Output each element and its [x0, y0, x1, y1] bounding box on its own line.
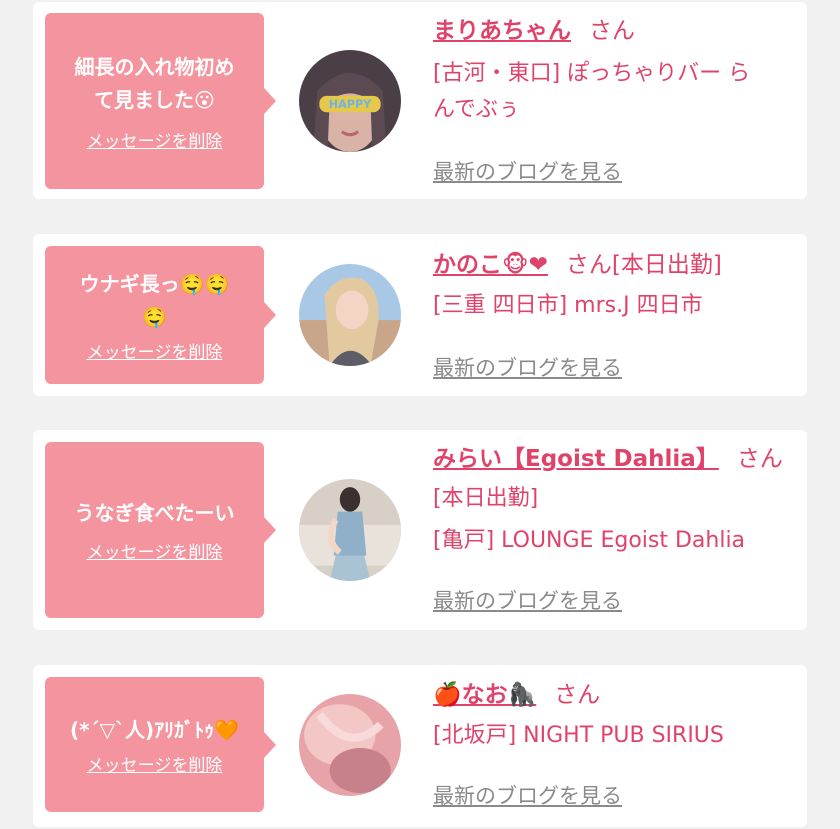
view-blog-link[interactable]: 最新のブログを見る	[433, 352, 622, 382]
san-suffix: さん[本日出勤]	[565, 252, 722, 278]
message-card: 細長の入れ物初め て見ました😮 メッセージを削除 HAPPY まりあちゃん さん …	[33, 2, 807, 199]
view-blog-link[interactable]: 最新のブログを見る	[433, 780, 622, 810]
blurred-pink-avatar-icon	[299, 694, 401, 796]
message-text: ウナギ長っ🤤🤤 🤤	[79, 271, 230, 329]
avatar[interactable]	[299, 264, 401, 366]
message-bubble: うなぎ食べたーい メッセージを削除	[45, 442, 276, 618]
message-text: 細長の入れ物初め て見ました😮	[74, 54, 235, 112]
san-suffix: さん	[736, 446, 783, 472]
shop-info: [三重 四日市] mrs.J 四日市	[433, 293, 703, 318]
sender-info: かのこ🐵❤ さん[本日出勤] [三重 四日市] mrs.J 四日市 最新のブログを…	[433, 250, 789, 380]
sender-name-link[interactable]: みらい【Egoist Dahlia】	[433, 446, 719, 472]
delete-message-link[interactable]: メッセージを削除	[87, 538, 223, 563]
sender-info: まりあちゃん さん [古河・東口] ぽっちゃりバー ら んでぶぅ 最新のブログを見…	[433, 16, 789, 184]
shop-info: [古河・東口] ぽっちゃりバー ら んでぶぅ	[433, 61, 751, 122]
message-card: (*´▽`人)ｱﾘｶﾞﾄｩ🧡 メッセージを削除 🍎なお🦍 さん [北坂戸] NIG…	[33, 665, 807, 827]
sender-name-link[interactable]: 🍎なお🦍	[433, 682, 536, 708]
sender-name-link[interactable]: まりあちゃん	[433, 18, 571, 44]
delete-message-link[interactable]: メッセージを削除	[87, 751, 223, 776]
avatar[interactable]: HAPPY	[299, 50, 401, 152]
message-text: (*´▽`人)ｱﾘｶﾞﾄｩ🧡	[69, 717, 240, 742]
message-card: うなぎ食べたーい メッセージを削除 みらい【Egoist Dahlia】 さん […	[33, 430, 807, 630]
woman-on-sofa-avatar-icon	[299, 479, 401, 581]
sender-name-link[interactable]: かのこ🐵❤	[433, 252, 548, 278]
avatar[interactable]	[299, 479, 401, 581]
sender-info: 🍎なお🦍 さん [北坂戸] NIGHT PUB SIRIUS 最新のブログを見る	[433, 680, 789, 808]
delete-message-link[interactable]: メッセージを削除	[87, 127, 223, 152]
svg-text:HAPPY: HAPPY	[329, 98, 372, 111]
shop-info: [本日出勤] [亀戸] LOUNGE Egoist Dahlia	[433, 486, 746, 553]
shop-info: [北坂戸] NIGHT PUB SIRIUS	[433, 723, 724, 748]
message-bubble: ウナギ長っ🤤🤤 🤤 メッセージを削除	[45, 246, 276, 384]
view-blog-link[interactable]: 最新のブログを見る	[433, 156, 622, 186]
message-bubble: (*´▽`人)ｱﾘｶﾞﾄｩ🧡 メッセージを削除	[45, 677, 276, 812]
avatar[interactable]	[299, 694, 401, 796]
message-card: ウナギ長っ🤤🤤 🤤 メッセージを削除 かのこ🐵❤ さん[本日出勤] [三重 四日市…	[33, 234, 807, 396]
view-blog-link[interactable]: 最新のブログを見る	[433, 585, 622, 615]
san-suffix: さん	[589, 18, 635, 44]
san-suffix: さん	[554, 682, 601, 708]
girl-happy-glasses-avatar-icon: HAPPY	[299, 50, 401, 152]
delete-message-link[interactable]: メッセージを削除	[87, 338, 223, 363]
woman-portrait-avatar-icon	[299, 264, 401, 366]
message-bubble: 細長の入れ物初め て見ました😮 メッセージを削除	[45, 13, 276, 189]
sender-info: みらい【Egoist Dahlia】 さん [本日出勤] [亀戸] LOUNGE …	[433, 444, 789, 613]
message-text: うなぎ食べたーい	[74, 501, 235, 525]
